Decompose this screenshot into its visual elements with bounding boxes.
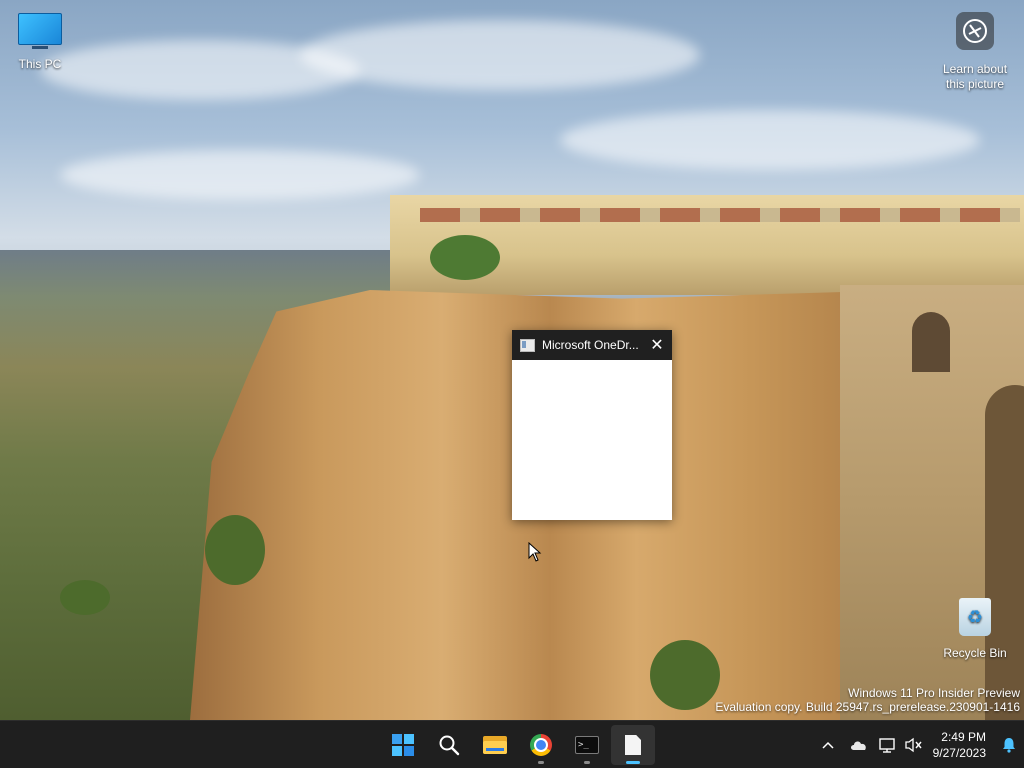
close-button[interactable]: ✕ (642, 330, 672, 360)
volume-button[interactable] (901, 725, 927, 765)
wallpaper-cloud (60, 150, 420, 200)
show-hidden-icons-button[interactable] (813, 725, 843, 765)
wallpaper-foliage (205, 515, 265, 585)
app-window-icon (520, 338, 535, 352)
chrome-button[interactable] (519, 725, 563, 765)
watermark-line-2: Evaluation copy. Build 25947.rs_prerelea… (715, 700, 1020, 714)
chevron-up-icon (822, 741, 834, 749)
speaker-muted-icon (904, 737, 922, 753)
active-indicator (626, 761, 640, 764)
onedrive-setup-button[interactable] (611, 725, 655, 765)
wallpaper-cloud (300, 20, 700, 90)
windows-logo-icon (392, 734, 414, 756)
file-explorer-button[interactable] (473, 725, 517, 765)
network-button[interactable] (875, 725, 901, 765)
wallpaper-roofs (420, 208, 1020, 222)
running-indicator (538, 761, 544, 764)
search-icon (439, 735, 460, 756)
bell-icon (1003, 738, 1015, 753)
learn-about-picture-shortcut[interactable]: Learn about this picture (936, 10, 1014, 92)
this-pc-label: This PC (18, 57, 62, 71)
window-title: Microsoft OneDr... (542, 338, 639, 352)
this-pc-shortcut[interactable]: This PC (10, 10, 70, 72)
recycle-bin-shortcut[interactable]: ♻ Recycle Bin (942, 598, 1008, 661)
document-icon (625, 735, 641, 755)
mouse-cursor-icon (528, 542, 542, 562)
wallpaper-foliage (60, 580, 110, 615)
search-button[interactable] (427, 725, 471, 765)
desktop: This PC Learn about this picture ♻ Recyc… (0, 0, 1024, 720)
watermark-line-1: Windows 11 Pro Insider Preview (848, 686, 1020, 700)
clock-button[interactable]: 2:49 PM 9/27/2023 (933, 725, 986, 765)
taskbar: >_ 2:49 PM 9/27/2023 (0, 720, 1024, 768)
wallpaper-bridge-arch (912, 312, 950, 372)
network-icon (878, 738, 895, 753)
window-content (512, 360, 672, 520)
onedrive-tray-button[interactable] (843, 725, 875, 765)
notifications-button[interactable] (994, 725, 1024, 765)
learn-about-picture-label: Learn about this picture (942, 62, 1008, 91)
recycle-bin-icon: ♻ (959, 598, 991, 636)
wallpaper-bridge-arch (985, 385, 1024, 720)
cloud-icon (850, 741, 866, 750)
recycle-bin-label: Recycle Bin (943, 646, 1007, 660)
folder-icon (483, 736, 507, 754)
clock-date: 9/27/2023 (932, 746, 986, 760)
onedrive-window: Microsoft OneDr... ✕ (512, 330, 672, 520)
chrome-icon (530, 734, 552, 756)
clock-time: 2:49 PM (941, 730, 986, 744)
monitor-stand (32, 46, 48, 49)
evaluation-watermark: Windows 11 Pro Insider Preview Evaluatio… (715, 686, 1020, 714)
system-tray: 2:49 PM 9/27/2023 (813, 721, 1024, 769)
wallpaper-foliage (650, 640, 720, 710)
monitor-icon (18, 13, 62, 45)
terminal-button[interactable]: >_ (565, 725, 609, 765)
wallpaper-cloud (560, 110, 980, 170)
running-indicator (584, 761, 590, 764)
window-titlebar[interactable]: Microsoft OneDr... ✕ (512, 330, 672, 360)
camera-icon (956, 12, 994, 50)
taskbar-apps: >_ (380, 721, 656, 769)
start-button[interactable] (381, 725, 425, 765)
wallpaper-foliage (430, 235, 500, 280)
terminal-icon: >_ (575, 736, 599, 754)
